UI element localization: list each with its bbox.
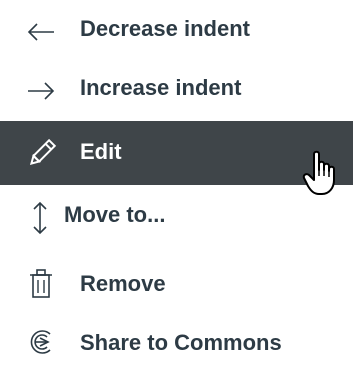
arrow-left-icon (26, 18, 56, 46)
menu-item-move-to[interactable]: Move to... (0, 188, 353, 252)
context-menu: Decrease indent Increase indent Edit Mov… (0, 0, 353, 368)
menu-item-decrease-indent[interactable]: Decrease indent (0, 0, 353, 64)
menu-item-label: Share to Commons (80, 330, 282, 355)
hand-cursor-icon (302, 150, 342, 198)
menu-item-remove[interactable]: Remove (0, 258, 353, 322)
menu-item-label: Move to... (64, 202, 166, 227)
arrow-right-icon (26, 77, 56, 105)
menu-item-label: Edit (80, 139, 122, 164)
menu-item-increase-indent[interactable]: Increase indent (0, 59, 353, 123)
pencil-icon (26, 137, 58, 169)
menu-item-label: Decrease indent (80, 16, 250, 41)
trash-icon (28, 268, 54, 300)
menu-item-edit[interactable]: Edit (0, 121, 353, 185)
menu-item-label: Remove (80, 271, 166, 296)
menu-item-label: Increase indent (80, 75, 242, 100)
share-commons-icon (26, 328, 56, 356)
menu-item-share-to-commons[interactable]: Share to Commons (0, 318, 353, 368)
updown-arrow-icon (30, 200, 50, 236)
